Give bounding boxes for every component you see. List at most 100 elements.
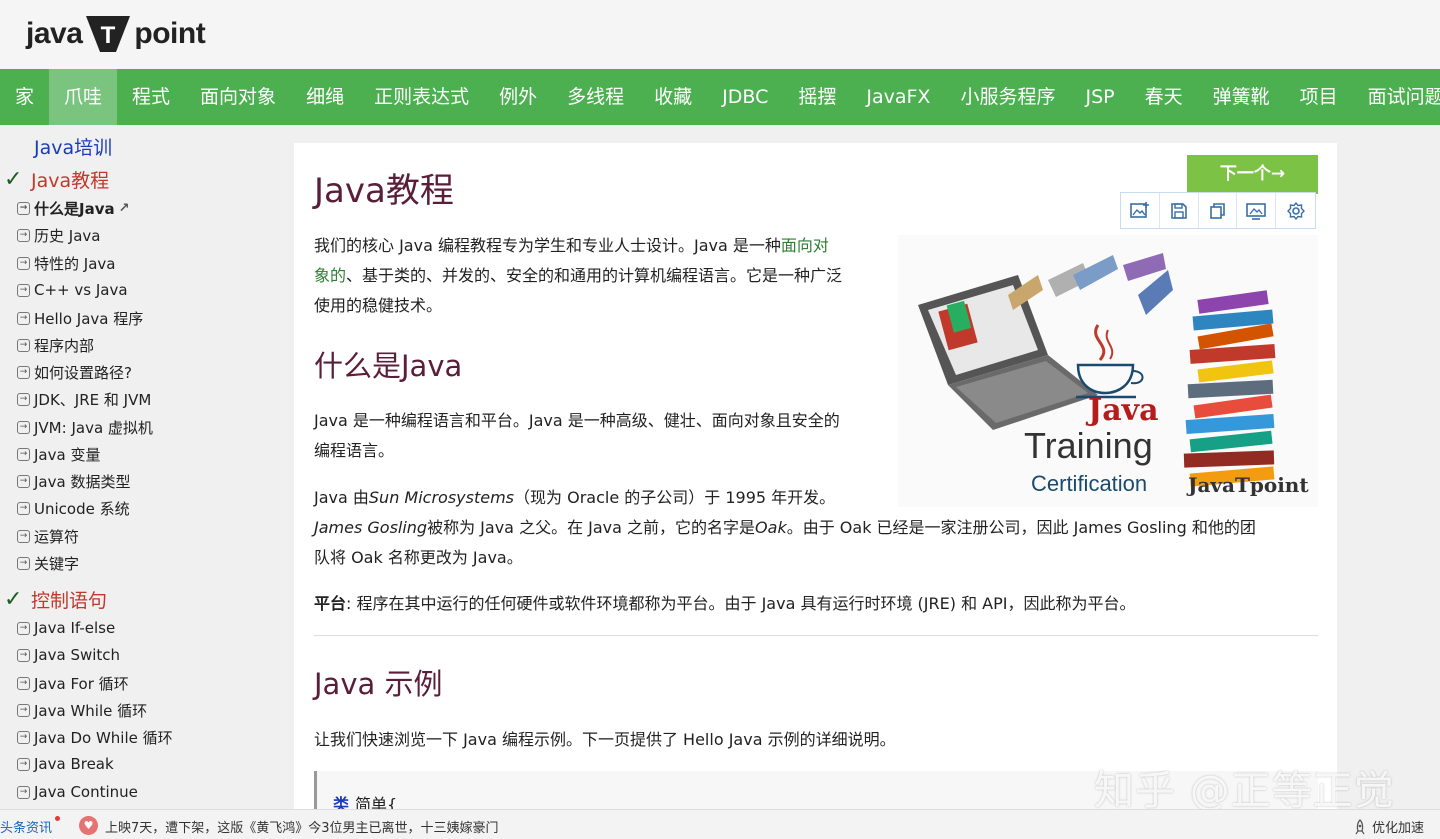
nav-item-swing[interactable]: 摇摆 — [783, 69, 851, 125]
nav-item-regex[interactable]: 正则表达式 — [359, 69, 484, 125]
checkmark-icon: ✓ — [4, 167, 23, 192]
nav-item-servlet[interactable]: 小服务程序 — [945, 69, 1070, 125]
sidebar-item-label: Java 变量 — [34, 445, 101, 464]
main-nav: 家 爪哇 程式 面向对象 细绳 正则表达式 例外 多线程 收藏 JDBC 摇摆 … — [0, 69, 1440, 125]
sidebar-item-label: JVM: Java 虚拟机 — [34, 418, 153, 437]
logo-t-letter: T — [101, 22, 116, 49]
sidebar-item[interactable]: → Java Do While 循环 — [17, 727, 173, 747]
optimize-speed-label: 优化加速 — [1371, 821, 1424, 836]
javatpoint-logo[interactable]: java T point — [26, 14, 206, 54]
next-button[interactable]: 下一个→ — [1187, 155, 1318, 194]
arrow-bullet-icon: → — [17, 420, 30, 434]
sidebar-item[interactable]: → 特性的 Java — [17, 253, 115, 273]
nav-item-collection[interactable]: 收藏 — [639, 69, 707, 125]
news-link[interactable]: 头条资讯 — [0, 817, 52, 836]
history-text-a: Java 由 — [314, 488, 369, 507]
copy-image-button[interactable] — [1199, 193, 1238, 228]
sidebar-section-control-statements[interactable]: ✓ 控制语句 — [4, 586, 107, 613]
sidebar-item[interactable]: → Unicode 系统 — [17, 498, 130, 518]
arrow-bullet-icon: → — [17, 501, 30, 515]
sidebar-link-java-training[interactable]: Java培训 — [34, 133, 112, 160]
notification-dot — [55, 816, 60, 821]
sidebar-item[interactable]: → Java Break — [17, 754, 114, 774]
nav-item-java[interactable]: 爪哇 — [49, 69, 118, 125]
set-wallpaper-button[interactable] — [1237, 193, 1277, 228]
sidebar: Java培训 ✓ Java教程 → 什么是Java ↗ → 历史 Java → 特性… — [0, 125, 293, 809]
sidebar-item[interactable]: → 历史 Java — [17, 225, 100, 245]
sidebar-item[interactable]: → Java For 循环 — [17, 673, 129, 693]
code-keyword: 类 — [333, 795, 350, 809]
sidebar-item-label: 如何设置路径? — [34, 363, 132, 382]
arrow-bullet-icon: → — [17, 228, 30, 242]
nav-item-exception[interactable]: 例外 — [484, 69, 552, 125]
sidebar-item[interactable]: → Java 数据类型 — [17, 471, 130, 491]
sidebar-item[interactable]: → C++ vs Java — [17, 280, 128, 300]
sidebar-section-java-tutorial[interactable]: ✓ Java教程 — [4, 166, 109, 193]
what-text-a: Java 是一种编程语言和平台。Java 是一种高级、健壮、面向对象且安全的 — [314, 411, 840, 430]
image-toolbar — [1120, 192, 1316, 229]
arrow-bullet-icon: → — [17, 785, 30, 799]
sidebar-item-label: Java If-else — [34, 619, 116, 637]
sidebar-item[interactable]: → Hello Java 程序 — [17, 308, 143, 328]
sidebar-item[interactable]: → Java Switch — [17, 645, 120, 665]
arrow-bullet-icon: → — [17, 648, 30, 662]
sidebar-item[interactable]: → Java Continue — [17, 782, 138, 802]
nav-item-home[interactable]: 家 — [0, 69, 49, 125]
external-link-icon: ↗ — [118, 200, 130, 216]
book-stack — [1183, 290, 1276, 487]
arrow-bullet-icon: → — [17, 447, 30, 461]
nav-item-jsp[interactable]: JSP — [1070, 69, 1129, 125]
main-content: Java教程 下一个→ 我们的核心 Java 编程教程专为学生和专业人士设计。J… — [294, 143, 1337, 809]
platform-label: 平台 — [314, 594, 347, 613]
arrow-bullet-icon: → — [17, 201, 30, 215]
java-cup-icon — [1076, 324, 1144, 399]
nav-item-multithreading[interactable]: 多线程 — [552, 69, 639, 125]
nav-item-programs[interactable]: 程式 — [117, 69, 185, 125]
sidebar-item-what-is-java[interactable]: → 什么是Java ↗ — [17, 198, 130, 218]
sidebar-section-label: 控制语句 — [31, 590, 108, 612]
sidebar-item-label: 关键字 — [34, 554, 80, 573]
arrow-bullet-icon: → — [17, 392, 30, 406]
optimize-speed-button[interactable]: 优化加速 — [1353, 817, 1424, 836]
save-image-button[interactable] — [1160, 193, 1199, 228]
heart-icon: ♥ — [79, 816, 98, 835]
nav-item-spring-boot[interactable]: 弹簧靴 — [1198, 69, 1285, 125]
hero-brand-text: JavaTpoint — [1188, 473, 1309, 497]
hero-java-text: Java — [1088, 393, 1159, 428]
nav-item-projects[interactable]: 项目 — [1285, 69, 1353, 125]
oop-link-cont[interactable]: 象的 — [314, 266, 346, 285]
sidebar-item[interactable]: → 如何设置路径? — [17, 362, 132, 382]
sidebar-item-label: 什么是Java — [34, 199, 115, 218]
nav-item-string[interactable]: 细绳 — [291, 69, 359, 125]
logo-text-java: java — [26, 17, 83, 50]
oop-link[interactable]: 面向对 — [781, 236, 829, 255]
sidebar-item-label: 运算符 — [34, 527, 80, 546]
intro-paragraph: 我们的核心 Java 编程教程专为学生和专业人士设计。Java 是一种面向对 象… — [314, 231, 874, 321]
arrow-bullet-icon: → — [17, 703, 30, 717]
sidebar-item[interactable]: → Java 变量 — [17, 444, 100, 464]
nav-item-spring[interactable]: 春天 — [1130, 69, 1198, 125]
nav-item-jdbc[interactable]: JDBC — [707, 69, 783, 125]
sidebar-item[interactable]: → Java If-else — [17, 618, 115, 638]
nav-item-oops[interactable]: 面向对象 — [185, 69, 291, 125]
nav-item-interview[interactable]: 面试问题 — [1353, 69, 1440, 125]
sidebar-item[interactable]: → 程序内部 — [17, 335, 94, 355]
sidebar-item[interactable]: → Java While 循环 — [17, 700, 147, 720]
rocket-icon — [1355, 818, 1365, 834]
copy-icon — [1210, 202, 1226, 219]
sidebar-item[interactable]: → 关键字 — [17, 553, 79, 573]
sidebar-item-label: Unicode 系统 — [34, 499, 130, 518]
nav-item-javafx[interactable]: JavaFX — [851, 69, 945, 125]
sidebar-item[interactable]: → JDK、JRE 和 JVM — [17, 389, 151, 409]
sidebar-item[interactable]: → JVM: Java 虚拟机 — [17, 417, 153, 437]
sidebar-item-label: 特性的 Java — [34, 254, 116, 273]
settings-button[interactable] — [1276, 193, 1315, 228]
intro-text-b: 、基于类的、并发的、安全的和通用的计算机编程语言。它是一种广泛 — [346, 266, 843, 285]
intro-text-a: 我们的核心 Java 编程教程专为学生和专业人士设计。Java 是一种 — [314, 236, 781, 255]
browser-status-bar: 头条资讯 ♥ 上映7天，遭下架，这版《黄飞鸿》今3位男主已离世，十三姨嫁豪门 优… — [0, 809, 1440, 839]
checkmark-icon: ✓ — [4, 587, 23, 612]
sidebar-item-label: Java While 循环 — [34, 701, 148, 720]
sidebar-item[interactable]: → 运算符 — [17, 526, 79, 546]
news-headline[interactable]: 上映7天，遭下架，这版《黄飞鸿》今3位男主已离世，十三姨嫁豪门 — [105, 817, 499, 836]
image-search-button[interactable] — [1121, 193, 1160, 228]
